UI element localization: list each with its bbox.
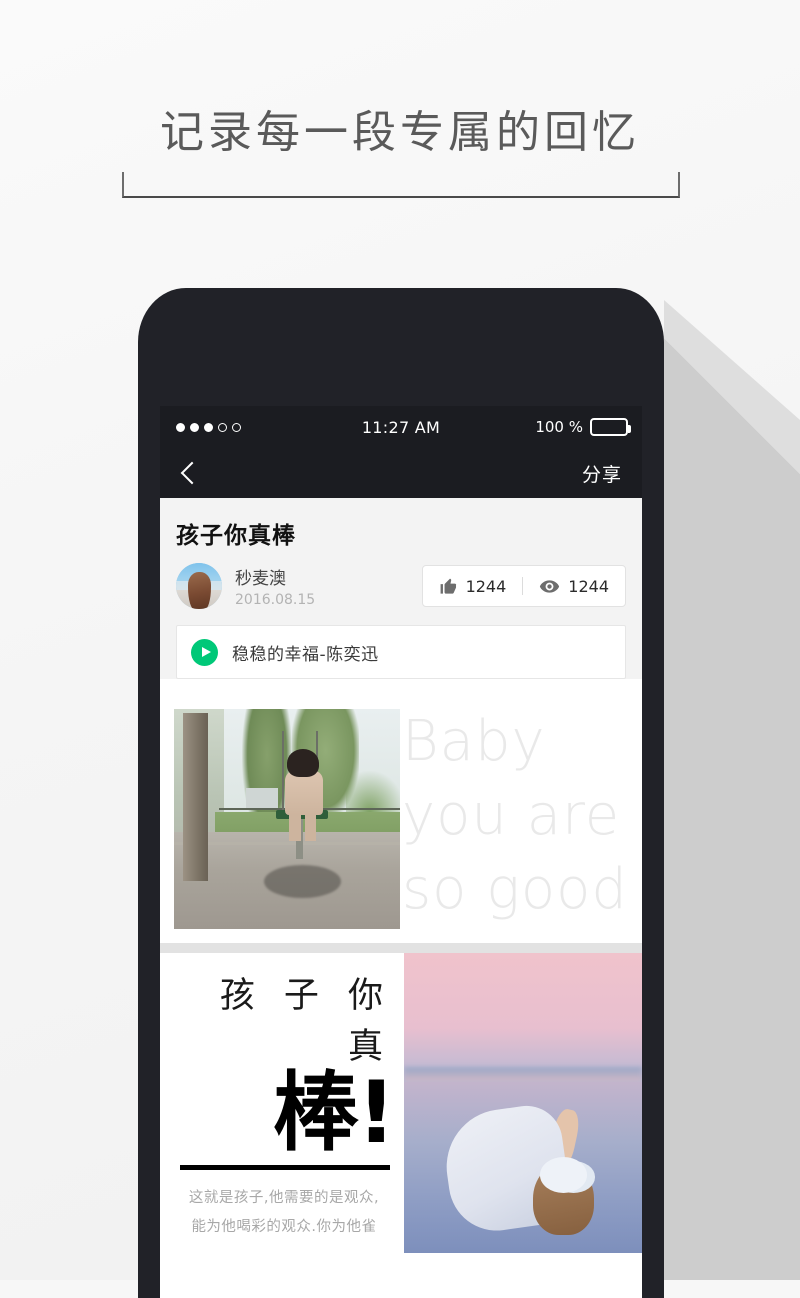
battery-percent-label: 100 % (535, 418, 583, 436)
article-title: 孩子你真棒 (176, 523, 296, 549)
author-name: 秒麦澳 (235, 569, 286, 589)
content-block-photo-text: Baby you are so good (160, 695, 642, 943)
overlay-line-2: you are (402, 783, 621, 848)
content-block-text-photo: 孩 子 你 真 棒! 这就是孩子,他需要的是观众, 能为他喝彩的观众.你为他雀 (160, 953, 642, 1253)
avatar (176, 563, 222, 609)
author-block[interactable]: 秒麦澳 2016.08.15 (176, 563, 315, 609)
music-track-title: 稳稳的幸福-陈奕迅 (232, 644, 379, 665)
article-meta-row: 秒麦澳 2016.08.15 1244 1244 (176, 563, 626, 625)
block2-heading-big: 棒! (272, 1063, 396, 1163)
like-count: 1244 (465, 576, 507, 596)
share-button[interactable]: 分享 (582, 460, 622, 487)
battery-icon (590, 418, 631, 436)
block2-rule (180, 1165, 390, 1170)
caption-line-2: 能为他喝彩的观众.你为他雀 (191, 1219, 377, 1235)
overlay-line-3: so good (402, 857, 628, 922)
music-player-row[interactable]: 稳稳的幸福-陈奕迅 (176, 625, 626, 679)
page-title: 记录每一段专属的回忆 (160, 107, 640, 158)
stats-badge: 1244 1244 (421, 565, 626, 607)
view-stat[interactable]: 1244 (523, 566, 625, 606)
back-icon[interactable] (180, 461, 204, 485)
headline-bracket-frame (122, 172, 680, 198)
child-on-swing-photo (174, 709, 400, 929)
article-header: 孩子你真棒 秒麦澳 2016.08.15 1244 1244 (160, 498, 642, 625)
promo-page: 记录每一段专属的回忆 孩子你真棒 秒麦澳 2016.08.15 1244 124… (0, 0, 800, 1298)
eye-icon (540, 579, 560, 593)
article-content: 孩子你真棒 秒麦澳 2016.08.15 1244 1244 稳稳的幸福-陈奕迅… (160, 498, 642, 1298)
block-separator (160, 943, 642, 953)
view-count: 1244 (568, 576, 609, 596)
thumbs-up-icon (440, 578, 456, 594)
nav-bar: 分享 (160, 448, 642, 498)
block2-heading-small: 孩 子 你 真 (219, 976, 392, 1067)
overlay-text-baby: Baby you are so good (402, 705, 642, 927)
phone-screen: 孩子你真棒 秒麦澳 2016.08.15 1244 1244 稳稳的幸福-陈奕迅… (160, 406, 642, 1298)
block2-text-column: 孩 子 你 真 棒! 这就是孩子,他需要的是观众, 能为他喝彩的观众.你为他雀 (160, 953, 404, 1253)
like-stat[interactable]: 1244 (423, 566, 523, 606)
caption-line-1: 这就是孩子,他需要的是观众, (188, 1190, 380, 1206)
status-bar: 11:27 AM 100 % (160, 406, 642, 448)
publish-date: 2016.08.15 (235, 592, 316, 608)
play-icon[interactable] (191, 638, 218, 666)
overlay-line-1: Baby (402, 709, 546, 774)
block2-caption: 这就是孩子,他需要的是观众, 能为他喝彩的观众.你为他雀 (174, 1184, 394, 1242)
phone-mockup: 孩子你真棒 秒麦澳 2016.08.15 1244 1244 稳稳的幸福-陈奕迅… (138, 288, 664, 1298)
girl-at-pink-beach-photo (404, 953, 642, 1253)
battery-indicator: 100 % (535, 406, 631, 448)
music-section: 稳稳的幸福-陈奕迅 (160, 625, 642, 679)
